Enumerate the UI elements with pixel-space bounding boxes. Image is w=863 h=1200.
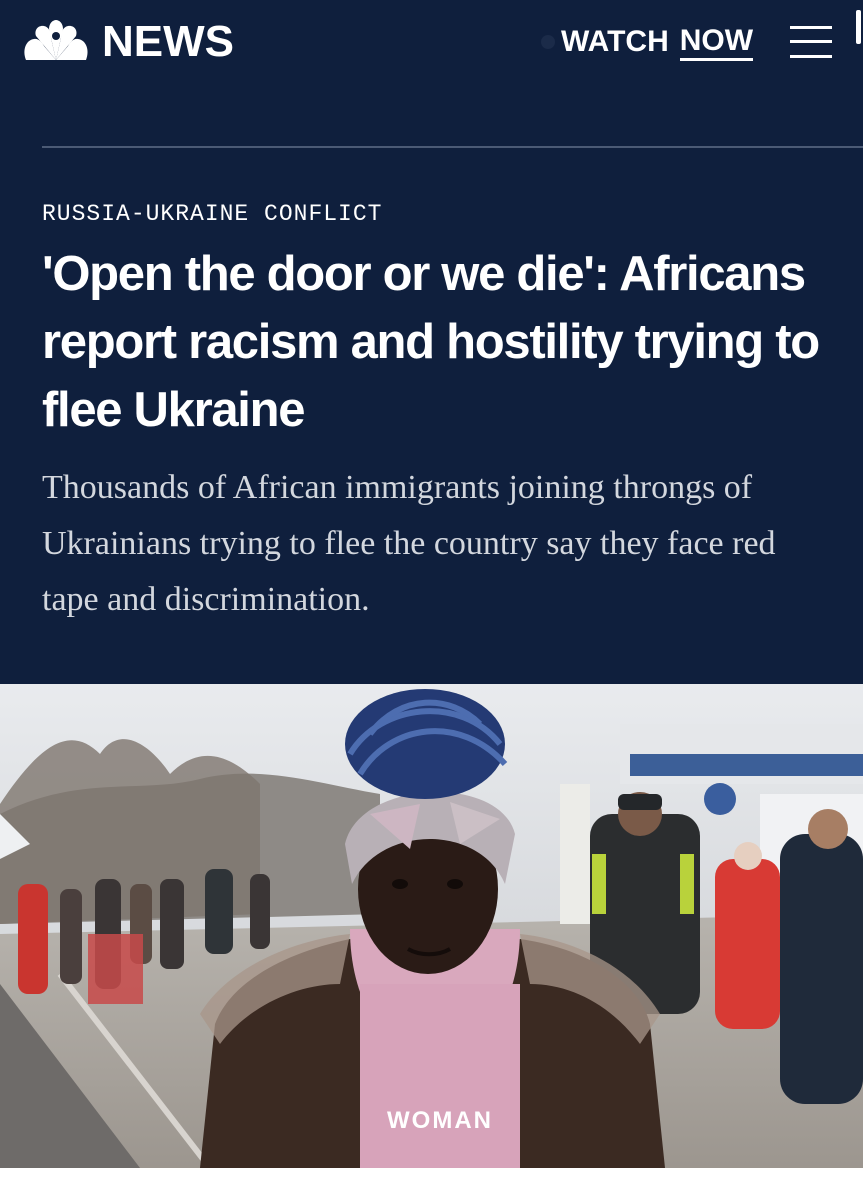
watch-label: WATCH xyxy=(561,25,669,58)
peacock-icon xyxy=(24,20,88,60)
watch-now-link[interactable]: WATCH NOW xyxy=(541,22,754,62)
article-header-section: NEWS WATCH NOW RUSSIA-UKRAINE CONFLICT '… xyxy=(0,0,863,684)
article-headline: 'Open the door or we die': Africans repo… xyxy=(42,247,820,437)
hero-image: WOMAN xyxy=(0,684,863,1168)
now-label: NOW xyxy=(679,24,754,61)
logo-text: NEWS xyxy=(102,17,234,66)
article-dek: Thousands of African immigrants joining … xyxy=(42,469,776,618)
nbc-news-logo[interactable]: NEWS xyxy=(20,14,234,70)
header-divider xyxy=(42,146,863,148)
scrollbar-thumb[interactable] xyxy=(856,10,861,44)
live-dot-icon xyxy=(541,35,555,49)
category-link[interactable]: RUSSIA-UKRAINE CONFLICT xyxy=(42,201,382,227)
hamburger-menu-icon[interactable] xyxy=(790,24,832,60)
page-bottom-spacer xyxy=(0,1168,863,1200)
hoodie-text: WOMAN xyxy=(387,1107,493,1134)
hero-photo-illustration: WOMAN xyxy=(0,684,863,1168)
site-header: NEWS WATCH NOW xyxy=(0,0,863,92)
